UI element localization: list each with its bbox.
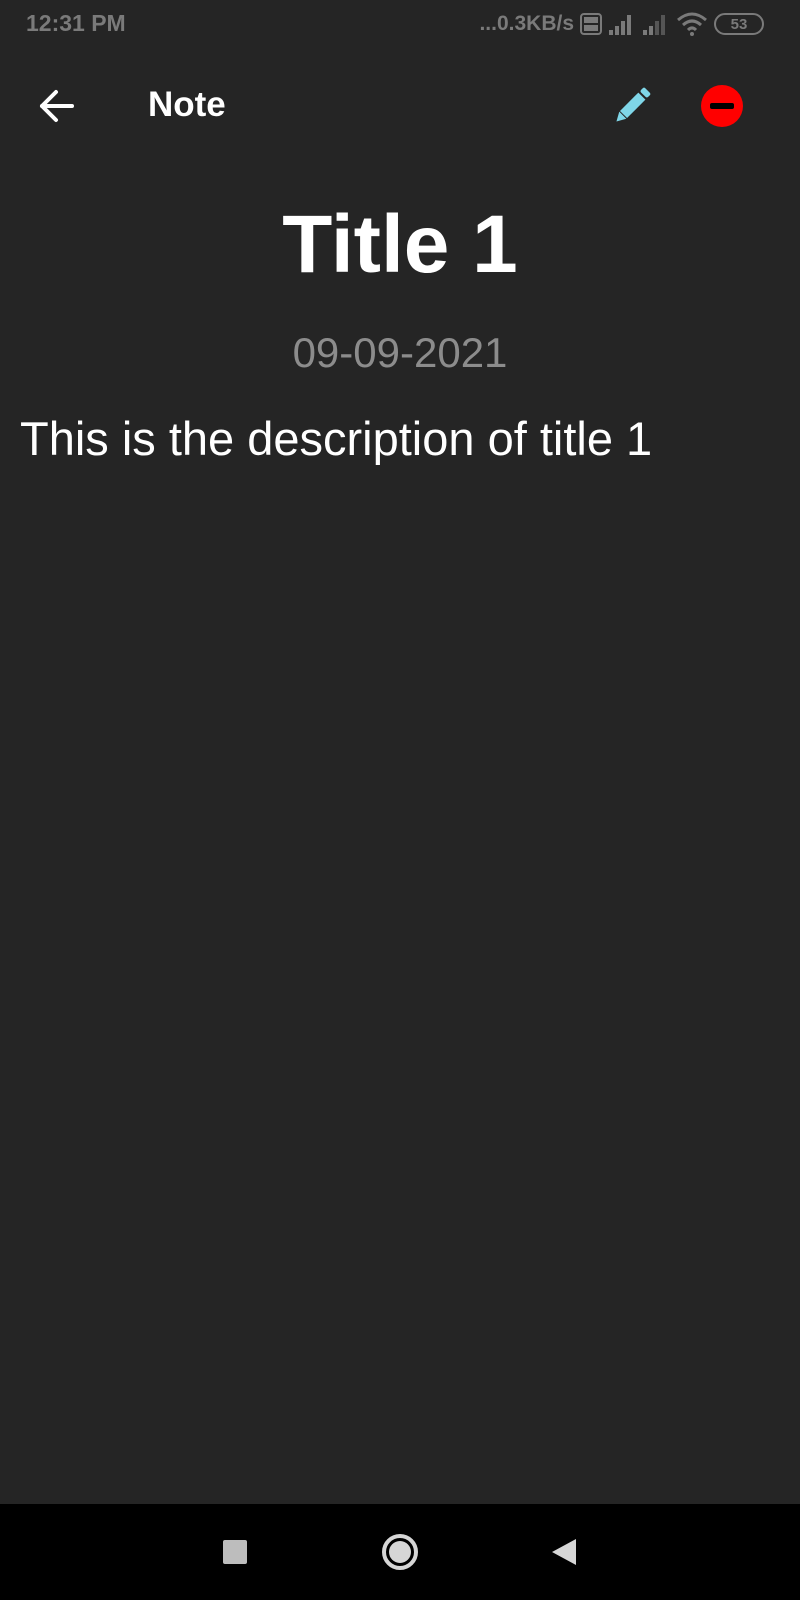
note-description: This is the description of title 1	[20, 412, 653, 465]
wifi-icon	[676, 11, 708, 37]
delete-button[interactable]	[694, 80, 750, 136]
system-nav-bar	[0, 1504, 800, 1600]
note-title: Title 1	[282, 199, 518, 290]
signal-icon	[608, 12, 636, 36]
page-title: Note	[148, 85, 226, 124]
edit-button[interactable]	[604, 80, 660, 136]
volte-icon	[580, 13, 602, 35]
pencil-icon	[608, 82, 656, 135]
minus-circle-icon	[700, 84, 744, 133]
back-triangle-icon	[550, 1537, 578, 1572]
note-date: 09-09-2021	[292, 329, 508, 376]
battery-level: 53	[730, 15, 748, 33]
app-bar: Note	[0, 60, 800, 156]
battery-icon: 53	[714, 13, 764, 35]
nav-back-button[interactable]	[540, 1530, 588, 1578]
home-button[interactable]	[376, 1530, 424, 1578]
recents-square-icon	[222, 1539, 248, 1570]
recents-button[interactable]	[211, 1530, 259, 1578]
network-speed: ...0.3KB/s	[479, 12, 574, 35]
home-circle-icon	[380, 1532, 420, 1577]
status-time: 12:31 PM	[26, 10, 126, 36]
status-bar: 12:31 PM ...0.3KB/s 53	[0, 0, 800, 50]
signal-secondary-icon	[642, 12, 670, 36]
arrow-left-icon	[36, 86, 76, 131]
status-indicators: ...0.3KB/s 53	[479, 8, 764, 40]
back-button[interactable]	[30, 82, 82, 134]
note-detail-screen: 12:31 PM ...0.3KB/s 53 Note Title 1 09-0…	[0, 0, 800, 1600]
